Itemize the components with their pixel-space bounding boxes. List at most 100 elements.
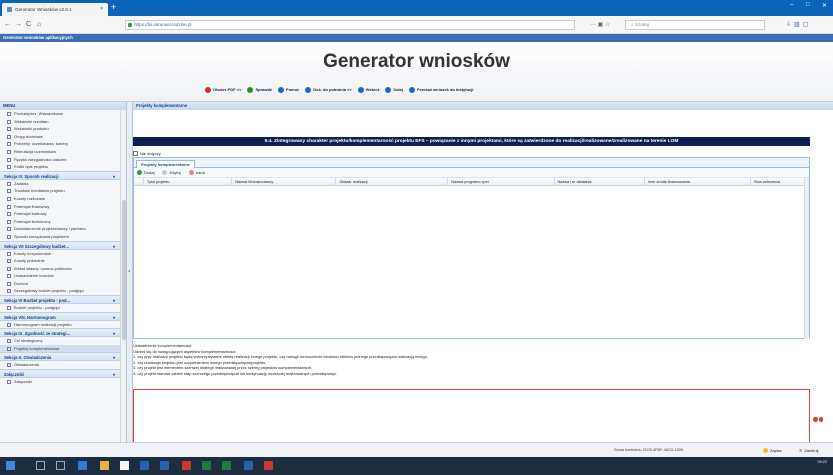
sidebar-item[interactable]: Budżet projektu - podgląd	[0, 304, 121, 312]
column-header[interactable]: Nazwa Wnioskodawcy	[232, 178, 337, 185]
scrollbar-thumb[interactable]	[122, 200, 126, 340]
grid-button[interactable]: Dodaj	[137, 170, 154, 175]
sidebar-section[interactable]: Sekcja IX. Zgodność ze strategi... ▾	[0, 328, 121, 338]
grid-button[interactable]: Edytuj	[162, 170, 181, 175]
sidebar-item[interactable]: Krótki opis projektu	[0, 163, 121, 171]
search-input[interactable]: ⌕ Szukaj	[625, 20, 765, 30]
sidebar-item-label: Koszty pośrednie	[14, 258, 45, 264]
column-header[interactable]: Inne źródła finansowania	[645, 178, 751, 185]
toolbar-icons[interactable]: ⇩▥▢	[786, 21, 811, 28]
forward-icon[interactable]: →	[15, 20, 22, 29]
toolbar-button[interactable]: Pomoc	[277, 86, 299, 93]
task-view-icon[interactable]	[56, 461, 65, 470]
column-header[interactable]: Tytuł projektu	[144, 178, 233, 185]
edge-icon[interactable]	[78, 461, 87, 470]
address-bar[interactable]: https://lsi.ukraniun.lodzkie.pl	[125, 20, 575, 30]
toolbar-button-label: Otwórz PDF >>	[213, 87, 242, 92]
sidebar-item[interactable]: Uzasadnienie kosztów	[0, 272, 121, 280]
sidebar-item[interactable]: Wkład własny i pomoc publiczna	[0, 265, 121, 273]
sidebar-item[interactable]: Sposób zarządzania projektem	[0, 233, 121, 241]
toolbar-button[interactable]: Dok. do pobrania >>	[305, 86, 352, 93]
close-button[interactable]: ✕ Zamknij	[796, 446, 821, 455]
sidebar-item[interactable]: Dochód	[0, 280, 121, 288]
page-actions-icon[interactable]: ··· ▣ ☆	[590, 21, 610, 28]
sidebar-item-label: Projekty komplementarne	[14, 345, 60, 351]
reload-icon[interactable]: C	[26, 20, 31, 29]
sidebar-item[interactable]: Produkty/rez. Wskaźnikowe	[0, 110, 121, 118]
document-icon	[7, 127, 11, 132]
sidebar-item[interactable]: Oświadczenia	[0, 361, 121, 369]
grid-scrollbar[interactable]	[804, 178, 809, 339]
select-all-checkbox[interactable]	[134, 178, 144, 185]
sidebar-item[interactable]: Trwałość rezultatów projektu	[0, 187, 121, 195]
checkbox-box[interactable]	[133, 151, 138, 156]
grid-button[interactable]: Usuń	[188, 170, 205, 175]
sidebar-section[interactable]: Sekcja VI Budżet projektu - pod... ▾	[0, 295, 121, 305]
home-icon[interactable]: ⌂	[37, 20, 41, 29]
column-header[interactable]: Nazwa i nr działania	[555, 178, 645, 185]
sidebar-item[interactable]: Potencjał finansowy	[0, 203, 121, 211]
start-icon[interactable]	[6, 461, 15, 470]
close-tab-icon[interactable]: ×	[100, 6, 103, 12]
excel-icon[interactable]	[202, 461, 211, 470]
toolbar-button[interactable]: Otwórz PDF >>	[205, 86, 242, 93]
not-applicable-checkbox[interactable]: Nie dotyczy	[133, 151, 161, 156]
app-titlebar: Generator wniosków aplikacyjnych	[0, 34, 833, 42]
app-icon[interactable]	[264, 461, 273, 470]
sidebar-item[interactable]: Doświadczenie projektodawcy i partnera	[0, 225, 121, 233]
save-button[interactable]: Zapisz	[760, 446, 785, 455]
sidebar-item[interactable]: Koszty rozliczane	[0, 195, 121, 203]
justification-textarea[interactable]	[133, 389, 810, 449]
sidebar-item[interactable]: Projekty komplementarne	[0, 344, 121, 353]
search-icon[interactable]	[36, 461, 45, 470]
close-window-button[interactable]: ✕	[822, 2, 827, 9]
sidebar-item[interactable]: Cel strategiczny	[0, 337, 121, 345]
toolbar-button[interactable]: Przekaż wniosek do Instytucji	[409, 86, 474, 93]
browser-navbar: ← → C ⌂ https://lsi.ukraniun.lodzkie.pl …	[0, 16, 833, 34]
minimize-button[interactable]: –	[790, 2, 793, 8]
grid-tabs: Projekty komplementarne	[134, 158, 809, 168]
sidebar-header[interactable]: MENU	[0, 102, 126, 110]
sidebar-section[interactable]: Załączniki ▾	[0, 369, 121, 379]
sidebar-item[interactable]: Zadania	[0, 180, 121, 188]
toolbar-button[interactable]: Dalej	[385, 86, 403, 93]
browser-tab[interactable]: Generator Wniosków v2.0.1 ×	[2, 3, 108, 16]
sidebar-item[interactable]: Koszty pośrednie	[0, 257, 121, 265]
toolbar-button[interactable]: Sprawdź	[247, 86, 272, 93]
column-header[interactable]: Stan wdrożenia	[751, 178, 809, 185]
sidebar-item[interactable]: Załączniki	[0, 378, 121, 386]
toolbar-button[interactable]: Wstecz	[357, 86, 379, 93]
sidebar-item[interactable]: Potencjał techniczny	[0, 218, 121, 226]
outlook-icon[interactable]	[160, 461, 169, 470]
sidebar-item[interactable]: Rekrutacja uczestników	[0, 148, 121, 156]
sidebar-item[interactable]: Koszty bezpośrednie	[0, 250, 121, 258]
sidebar-section[interactable]: Sekcja X. Oświadczenia ▾	[0, 352, 121, 362]
sidebar-item[interactable]: Wskaźniki produktu	[0, 125, 121, 133]
sidebar-item[interactable]: Grupy docelowe	[0, 133, 121, 141]
sidebar-section[interactable]: Sekcja VII Szczegółowy budżet... ▾	[0, 240, 121, 250]
system-clock[interactable]: 09:22	[817, 460, 827, 465]
sidebar-item[interactable]: Potrzeby, oczekiwania, bariery	[0, 140, 121, 148]
new-tab-button[interactable]: +	[111, 3, 116, 12]
sidebar-section[interactable]: Sekcja IV. Sposób realizacji ▾	[0, 170, 121, 180]
sidebar-item[interactable]: Ryzyko niezgodności założeń	[0, 156, 121, 164]
sidebar-item[interactable]: Szczegółowy budżet projektu - podgląd	[0, 287, 121, 295]
app-icon[interactable]	[222, 461, 231, 470]
column-header[interactable]: Obszar realizacji	[336, 178, 449, 185]
sidebar-item[interactable]: Potencjał kadrowy	[0, 210, 121, 218]
tab-complementary-projects[interactable]: Projekty komplementarne	[136, 160, 195, 168]
sidebar-item[interactable]: Wskaźniki rezultatu	[0, 118, 121, 126]
sidebar-item[interactable]: Harmonogram realizacji projektu	[0, 321, 121, 329]
app-icon[interactable]	[244, 461, 253, 470]
spellcheck-icon[interactable]	[813, 417, 823, 423]
sidebar-scrollbar[interactable]	[120, 110, 126, 442]
folder-icon[interactable]	[100, 461, 109, 470]
back-icon[interactable]: ←	[4, 20, 11, 29]
word-icon[interactable]	[140, 461, 149, 470]
column-header[interactable]: Nazwa programu opei	[448, 178, 555, 185]
powerpoint-icon[interactable]	[182, 461, 191, 470]
favicon-icon	[7, 7, 12, 12]
maximize-button[interactable]: □	[806, 2, 810, 8]
sidebar-section[interactable]: Sekcja VIII. Harmonogram ▾	[0, 311, 121, 321]
store-icon[interactable]	[120, 461, 129, 470]
